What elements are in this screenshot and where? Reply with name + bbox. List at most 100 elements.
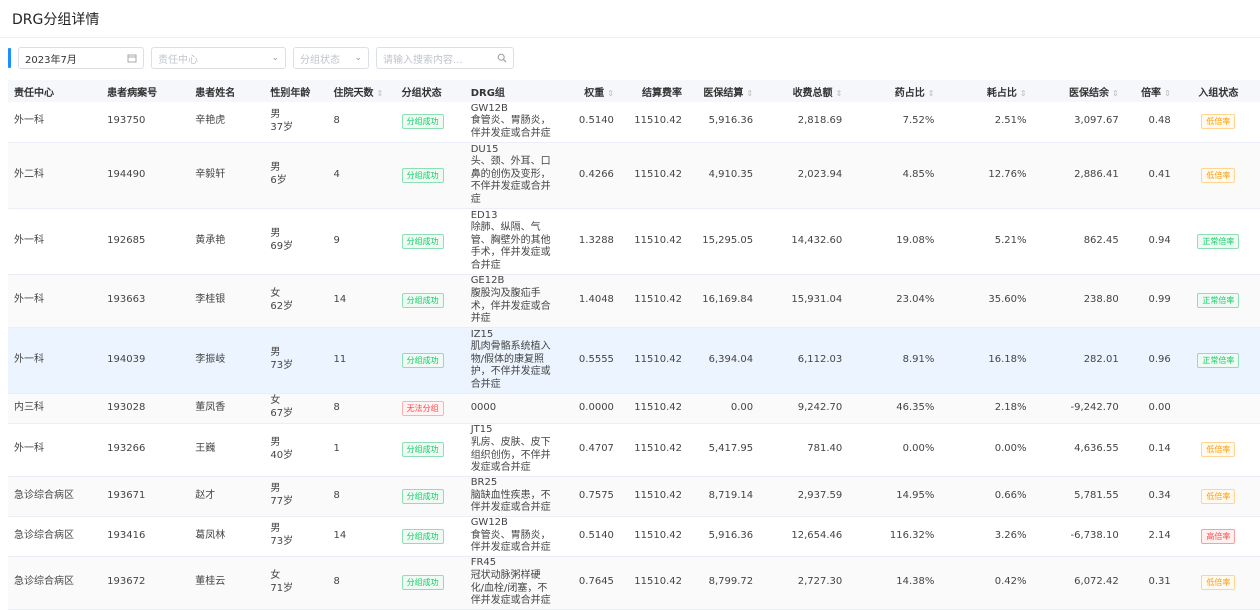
search-icon[interactable] [497, 53, 507, 63]
drg-code: FR45 [470, 557, 497, 569]
table-row[interactable]: 外一科 193266 王巍男 40岁 1 分组成功 JT15 乳房、皮肤、皮下 组织创伤，不伴并… [8, 423, 1260, 477]
drg-desc-line: 伴并发症或合并症 [470, 128, 551, 140]
cell-ratio: 2.14 [1124, 516, 1177, 557]
drg-desc-line: 冠状动脉粥样硬 [470, 569, 541, 581]
cell-dept: 外一科 [8, 274, 102, 328]
cell-patient-name: 辛毅轩 [189, 142, 265, 209]
column-label: 医保结算 [703, 87, 744, 99]
cell-record-no: 193671 [101, 476, 190, 517]
drg-code: BR25 [470, 477, 498, 489]
cell-drug-ratio: 8.91% [848, 327, 941, 394]
status-select[interactable]: 分组状态 ⌄ [293, 47, 369, 69]
cell-entry-status: 低倍率 [1176, 476, 1260, 517]
column-header-drug[interactable]: 药占比 ⇕ [848, 80, 941, 102]
cell-total: 12,654.46 [759, 516, 849, 557]
drg-code: IZ15 [470, 328, 494, 340]
sort-icon[interactable]: ⇕ [836, 89, 843, 98]
table-row[interactable]: 外二科 194490 辛毅轩男 6岁 4 分组成功 DU15 头、颈、外耳、口 鼻的创伤及变形，… [8, 142, 1260, 209]
cell-record-no: 194039 [101, 327, 190, 394]
cell-entry-status: 低倍率 [1176, 102, 1260, 143]
cell-patient-name: 黄承艳 [189, 208, 265, 275]
cell-patient-name: 董桂云 [189, 556, 265, 610]
cell-ratio: 0.99 [1124, 274, 1177, 328]
table-row[interactable]: 外一科 192685 黄承艳男 69岁 9 分组成功 ED13 除肺、纵隔、气 管、胸壁外的其他… [8, 208, 1260, 275]
table-row[interactable]: 外一科 193663 李桂银女 62岁 14 分组成功 GE12B 腹股沟及腹疝手 术，伴并发症… [8, 274, 1260, 328]
cell-weight: 0.4707 [556, 423, 620, 477]
cell-settle: 8,799.72 [688, 556, 760, 610]
column-header-total[interactable]: 收费总额 ⇕ [759, 80, 849, 102]
drg-desc-line: 管、胸壁外的其他 [470, 234, 551, 246]
cell-entry-status: 正常倍率 [1176, 274, 1260, 328]
column-header-name: 患者姓名 [189, 80, 265, 102]
cell-balance: 282.01 [1032, 327, 1125, 394]
cell-days: 8 [327, 102, 396, 143]
cell-rate: 11510.42 [619, 476, 689, 517]
cell-settle: 4,910.35 [688, 142, 760, 209]
sort-icon[interactable]: ⇕ [607, 89, 614, 98]
cell-dept: 急诊综合病区 [8, 516, 102, 557]
cell-drug-ratio: 0.00% [848, 423, 941, 477]
table-row[interactable]: 外一科 194039 李振岐男 73岁 11 分组成功 IZ15 肌肉骨骼系统植入 物/假体的康… [8, 327, 1260, 394]
cell-balance: 862.45 [1032, 208, 1125, 275]
cell-age: 73岁 [270, 536, 294, 547]
drg-detail-table: 责任中心 患者病案号 患者姓名 性别年龄 住院天数 ⇕ 分组状态 DRG组 权重 ⇕ 结算费率 医保结… [8, 80, 1260, 610]
cell-total: 9,242.70 [759, 393, 849, 424]
cell-sex: 男 [270, 436, 281, 448]
sort-icon[interactable]: ⇕ [1164, 89, 1171, 98]
cell-sex-age: 女 71岁 [264, 556, 328, 610]
search-input[interactable]: 请输入搜索内容... [376, 47, 514, 69]
column-header-settle[interactable]: 医保结算 ⇕ [688, 80, 760, 102]
cell-weight: 0.7645 [556, 556, 620, 610]
cell-consum-ratio: 3.26% [940, 516, 1033, 557]
table-row[interactable]: 急诊综合病区 193671 赵才男 77岁 8 分组成功 BR25 脑缺血性疾患，不 伴并发症或… [8, 476, 1260, 517]
sort-icon[interactable]: ⇕ [1020, 89, 1027, 98]
sort-icon[interactable]: ⇕ [928, 89, 935, 98]
cell-rate: 11510.42 [619, 142, 689, 209]
month-picker[interactable]: 2023年7月 [18, 47, 144, 69]
cell-dept: 内三科 [8, 393, 102, 424]
table-row[interactable]: 外一科 193750 辛艳虎男 37岁 8 分组成功 GW12B 食管炎、胃肠炎， 伴并发症或合… [8, 102, 1260, 143]
cell-group-status: 分组成功 [395, 327, 465, 394]
cell-group-status: 分组成功 [395, 274, 465, 328]
cell-days: 11 [327, 327, 396, 394]
column-header-ratio[interactable]: 倍率 ⇕ [1124, 80, 1177, 102]
cell-entry-status: 低倍率 [1176, 142, 1260, 209]
cell-settle: 5,417.95 [688, 423, 760, 477]
drg-desc-line: 头、颈、外耳、口 [470, 156, 551, 168]
column-header-weight[interactable]: 权重 ⇕ [556, 80, 620, 102]
cell-age: 77岁 [270, 496, 294, 507]
column-label: 性别年龄 [270, 87, 311, 99]
sort-icon[interactable]: ⇕ [746, 89, 753, 98]
entry-badge: 正常倍率 [1197, 233, 1240, 249]
drg-desc-line: 除肺、纵隔、气 [470, 222, 541, 234]
cell-consum-ratio: 2.51% [940, 102, 1033, 143]
cell-sex-age: 男 73岁 [264, 327, 328, 394]
table-header-row: 责任中心 患者病案号 患者姓名 性别年龄 住院天数 ⇕ 分组状态 DRG组 权重 ⇕ 结算费率 医保结… [8, 80, 1260, 102]
cell-entry-status: 正常倍率 [1176, 327, 1260, 394]
table-row[interactable]: 急诊综合病区 193672 董桂云女 71岁 8 分组成功 FR45 冠状动脉粥样硬 化/血栓/… [8, 556, 1260, 610]
column-header-entry: 入组状态 [1176, 80, 1260, 102]
table-row[interactable]: 内三科 193028 董凤香女 67岁 8 无法分组 0000 0.0000 11510.42 0… [8, 393, 1260, 424]
sort-icon[interactable]: ⇕ [376, 89, 383, 98]
cell-rate: 11510.42 [619, 102, 689, 143]
cell-sex: 男 [270, 523, 281, 535]
cell-patient-name: 王巍 [189, 423, 265, 477]
column-header-rate: 结算费率 [619, 80, 689, 102]
cell-total: 15,931.04 [759, 274, 849, 328]
table-row[interactable]: 急诊综合病区 193416 葛凤林男 73岁 14 分组成功 GW12B 食管炎、胃肠炎， 伴并… [8, 516, 1260, 557]
cell-total: 2,023.94 [759, 142, 849, 209]
drg-desc-line: 合并症 [470, 259, 501, 271]
column-header-balance[interactable]: 医保结余 ⇕ [1032, 80, 1125, 102]
dept-select-placeholder: 责任中心 [158, 54, 198, 66]
column-header-days[interactable]: 住院天数 ⇕ [327, 80, 396, 102]
column-header-drg: DRG组 [464, 80, 557, 102]
dept-select[interactable]: 责任中心 ⌄ [151, 47, 286, 69]
cell-days: 1 [327, 423, 396, 477]
drg-desc-line: 术，伴并发症或合 [470, 300, 551, 312]
column-header-consum[interactable]: 耗占比 ⇕ [940, 80, 1033, 102]
sort-icon[interactable]: ⇕ [1112, 89, 1119, 98]
drg-desc-line: 肌肉骨骼系统植入 [470, 341, 551, 353]
column-label: 权重 [584, 87, 605, 99]
cell-days: 14 [327, 516, 396, 557]
cell-rate: 11510.42 [619, 327, 689, 394]
